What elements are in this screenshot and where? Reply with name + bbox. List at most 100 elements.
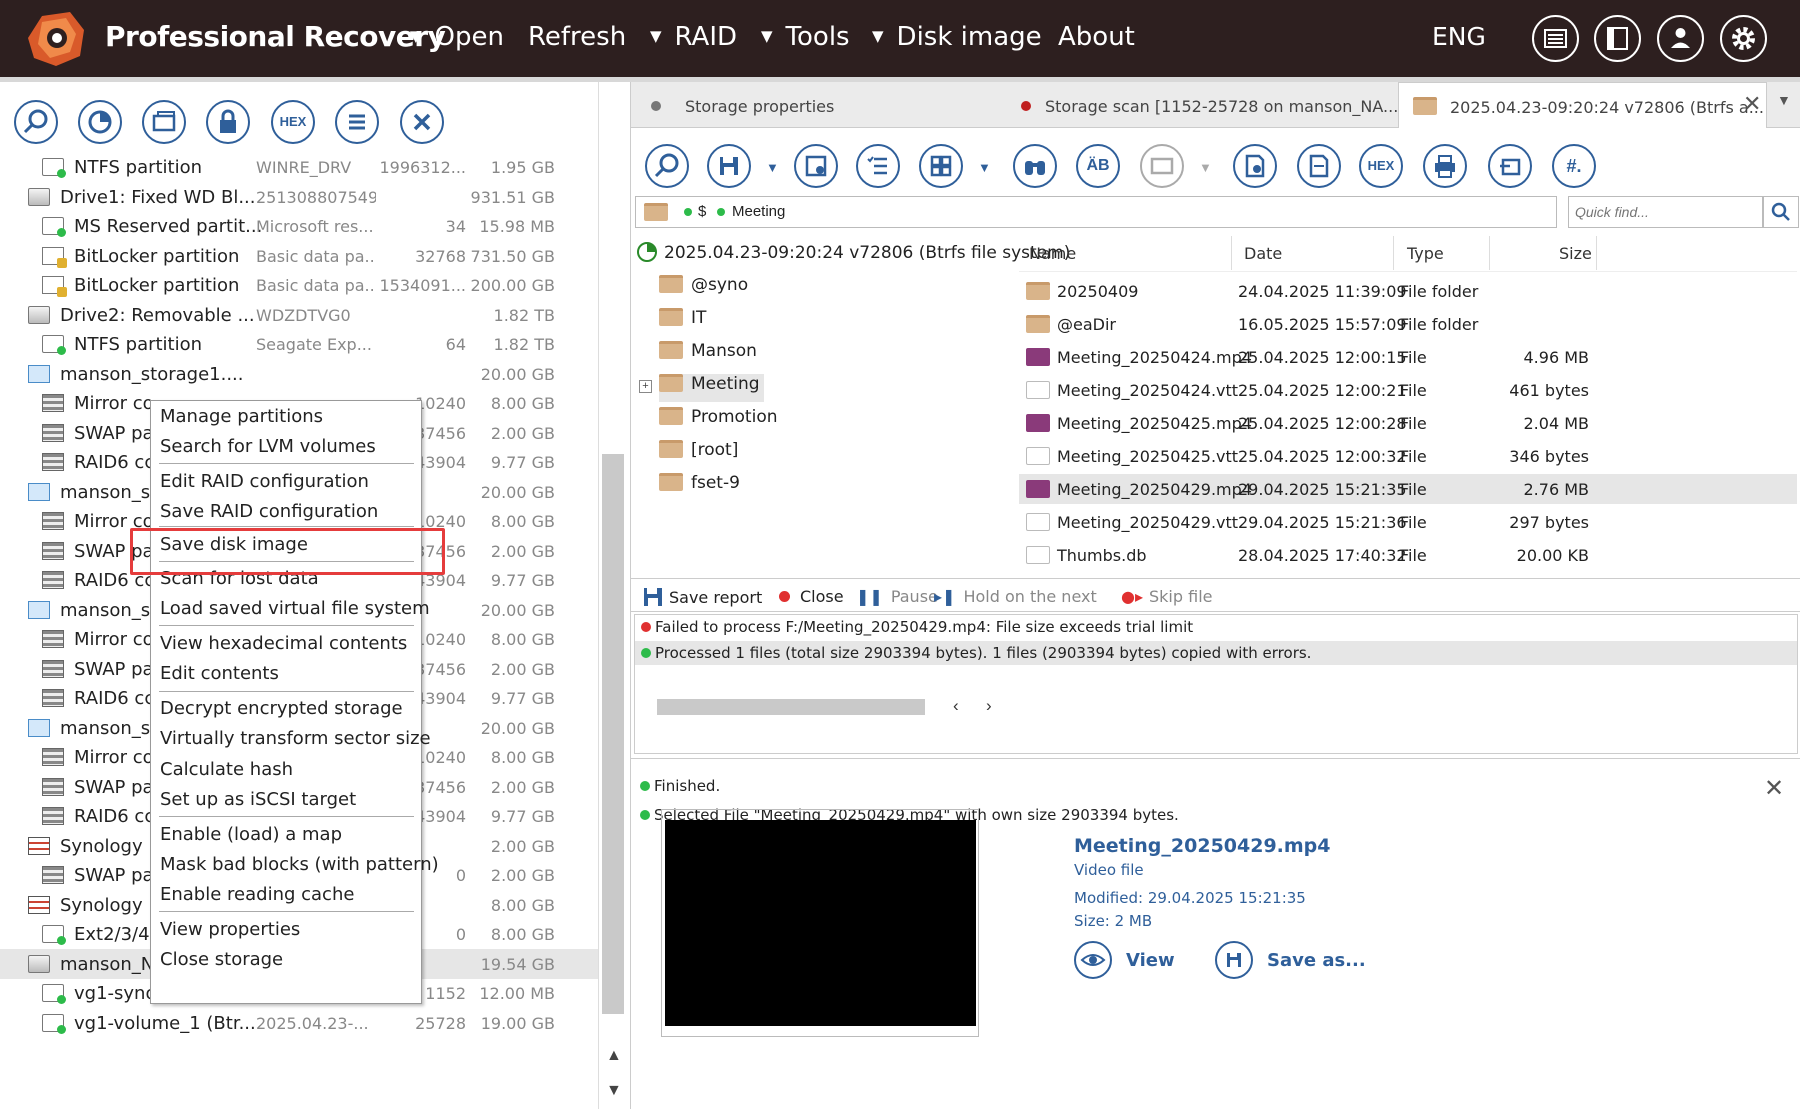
- path-bar[interactable]: $ Meeting: [635, 196, 1557, 228]
- vertical-scrollbar[interactable]: ▲ ▼: [598, 82, 628, 1109]
- disk-image-icon[interactable]: [142, 100, 186, 144]
- context-menu-item[interactable]: Edit RAID configuration: [160, 471, 369, 492]
- save-list-icon[interactable]: [794, 144, 838, 188]
- file-row[interactable]: @eaDir 16.05.2025 15:57:09 File folder: [1019, 309, 1797, 339]
- file-row[interactable]: Meeting_20250425.mp4 25.04.2025 12:00:28 F…: [1019, 408, 1797, 438]
- context-menu-item[interactable]: View properties: [160, 919, 300, 940]
- close-button[interactable]: Close: [779, 587, 844, 606]
- user-icon[interactable]: [1657, 15, 1704, 62]
- save-icon[interactable]: [707, 144, 751, 188]
- file-row[interactable]: Meeting_20250425.vtt 25.04.2025 12:00:32 F…: [1019, 441, 1797, 471]
- tree-row[interactable]: NTFS partition Seagate Exp... 64 1.82 TB: [0, 329, 598, 359]
- close-tab-icon[interactable]: ✕: [1743, 92, 1761, 117]
- folder-tree-root[interactable]: 2025.04.23-09:20:24 v72806 (Btrfs file s…: [637, 242, 1070, 270]
- settings-gear-icon[interactable]: [1720, 15, 1767, 62]
- file-row[interactable]: Meeting_20250429.vtt 29.04.2025 15:21:36 F…: [1019, 507, 1797, 537]
- tree-row[interactable]: manson_storage1.... 20.00 GB: [0, 359, 598, 389]
- file-row[interactable]: Meeting_20250424.vtt 25.04.2025 12:00:21 F…: [1019, 375, 1797, 405]
- checklist-icon[interactable]: [856, 144, 900, 188]
- context-menu-item[interactable]: Decrypt encrypted storage: [160, 698, 403, 719]
- language-selector[interactable]: ENG: [1432, 22, 1486, 51]
- folder-tree-item[interactable]: IT: [659, 308, 706, 336]
- close-icon[interactable]: [400, 100, 444, 144]
- context-menu-item[interactable]: Mask bad blocks (with pattern): [160, 854, 439, 875]
- pause-button[interactable]: ❚❚ Pause: [856, 587, 938, 606]
- column-size[interactable]: Size: [1559, 244, 1592, 263]
- scroll-up-icon[interactable]: ▲: [606, 1047, 622, 1065]
- path-segment-meeting[interactable]: Meeting: [732, 203, 785, 220]
- binoculars-icon[interactable]: [1013, 144, 1057, 188]
- context-menu-item[interactable]: Search for LVM volumes: [160, 436, 376, 457]
- preview-dropdown-icon[interactable]: ▼: [1199, 160, 1212, 175]
- file-row[interactable]: Meeting_20250429.mp4 29.04.2025 15:21:35 F…: [1019, 474, 1797, 504]
- menu-refresh[interactable]: Refresh: [528, 22, 626, 52]
- tab-storage-properties[interactable]: Storage properties: [641, 82, 971, 128]
- folder-tree-item[interactable]: [root]: [659, 440, 738, 468]
- preview-icon[interactable]: [1140, 144, 1184, 188]
- tree-row[interactable]: vg1-volume_1 (Btr... 2025.04.23-... 25728 1…: [0, 1008, 598, 1038]
- save-report-button[interactable]: Save report: [643, 587, 762, 607]
- search-icon[interactable]: [1763, 196, 1799, 228]
- view-dropdown-icon[interactable]: ▼: [978, 160, 991, 175]
- tree-row[interactable]: Drive1: Fixed WD Bl... 251308807549 931.51…: [0, 182, 598, 212]
- menu-raid[interactable]: ▼ RAID: [650, 22, 737, 52]
- tree-row[interactable]: NTFS partition WINRE_DRV 1996312... 1.95 GB: [0, 152, 598, 182]
- file-row[interactable]: 20250409 24.04.2025 11:39:09 File folder: [1019, 276, 1797, 306]
- context-menu-item[interactable]: Set up as iSCSI target: [160, 789, 356, 810]
- context-menu-item[interactable]: Virtually transform sector size: [160, 728, 431, 749]
- folder-tree-item[interactable]: Promotion: [659, 407, 778, 435]
- tree-row[interactable]: Drive2: Removable ... WDZDTVG0 1.82 TB: [0, 300, 598, 330]
- search-icon[interactable]: [645, 144, 689, 188]
- folder-tree-item[interactable]: Manson: [659, 341, 757, 369]
- context-menu-item[interactable]: Save RAID configuration: [160, 501, 378, 522]
- quick-find-input[interactable]: [1568, 196, 1763, 228]
- scrollbar-thumb[interactable]: [602, 454, 624, 1014]
- column-type[interactable]: Type: [1407, 244, 1444, 263]
- panel-layout-icon[interactable]: [1594, 15, 1641, 62]
- tree-row[interactable]: MS Reserved partit... Microsoft res... 34 1…: [0, 211, 598, 241]
- file-row[interactable]: Meeting_20250424.mp4 25.04.2025 12:00:15 F…: [1019, 342, 1797, 372]
- context-menu-item[interactable]: Load saved virtual file system: [160, 598, 430, 619]
- folder-tree-item[interactable]: Meeting: [659, 374, 764, 402]
- column-name[interactable]: Name: [1029, 244, 1076, 263]
- tree-row[interactable]: BitLocker partition Basic data pa... 15340…: [0, 270, 598, 300]
- tab-file-system[interactable]: 2025.04.23-09:20:24 v72806 (Btrfs a... ✕: [1398, 82, 1767, 128]
- context-menu-item[interactable]: Edit contents: [160, 663, 279, 684]
- column-date[interactable]: Date: [1244, 244, 1282, 263]
- scroll-down-icon[interactable]: ▼: [606, 1082, 622, 1100]
- context-menu-item[interactable]: Enable reading cache: [160, 884, 354, 905]
- folder-tree-item[interactable]: fset-9: [659, 473, 740, 501]
- scan-icon[interactable]: [78, 100, 122, 144]
- skip-file-button[interactable]: ●▸ Skip file: [1121, 587, 1212, 606]
- search-icon[interactable]: [14, 100, 58, 144]
- menu-tools[interactable]: ▼ Tools: [761, 22, 850, 52]
- match-case-icon[interactable]: ÄB: [1076, 144, 1120, 188]
- tab-list-icon[interactable]: ▼: [1777, 92, 1791, 108]
- menu-about[interactable]: About: [1058, 22, 1135, 52]
- messages-icon[interactable]: [1532, 15, 1579, 62]
- context-menu-item[interactable]: View hexadecimal contents: [160, 633, 407, 654]
- lock-icon[interactable]: [206, 100, 250, 144]
- export-icon[interactable]: [1488, 144, 1532, 188]
- context-menu-item[interactable]: Calculate hash: [160, 759, 293, 780]
- file-settings-icon[interactable]: [1233, 144, 1277, 188]
- print-icon[interactable]: [1423, 144, 1467, 188]
- folder-tree-item[interactable]: @syno: [659, 275, 748, 303]
- hold-on-next-button[interactable]: ▸❚ Hold on the next: [934, 587, 1097, 606]
- context-menu-item[interactable]: Enable (load) a map: [160, 824, 342, 845]
- save-dropdown-icon[interactable]: ▼: [766, 160, 779, 175]
- menu-open[interactable]: ▼ Open: [410, 22, 504, 52]
- expand-icon[interactable]: +: [639, 380, 652, 393]
- hash-icon[interactable]: #.: [1552, 144, 1596, 188]
- list-icon[interactable]: [335, 100, 379, 144]
- hex-icon[interactable]: HEX: [1359, 144, 1403, 188]
- hex-icon[interactable]: HEX: [271, 100, 315, 144]
- path-segment-root[interactable]: $: [698, 203, 706, 220]
- view-mode-icon[interactable]: [919, 144, 963, 188]
- file-row[interactable]: Thumbs.db 28.04.2025 17:40:32 File 20.00 KB: [1019, 540, 1797, 570]
- document-icon[interactable]: [1297, 144, 1341, 188]
- menu-disk-image[interactable]: ▼ Disk image: [872, 22, 1042, 52]
- tab-storage-scan[interactable]: Storage scan [1152-25728 on manson_NA...: [1021, 82, 1403, 128]
- close-preview-icon[interactable]: ✕: [1764, 774, 1784, 803]
- context-menu-item[interactable]: Close storage: [160, 949, 283, 970]
